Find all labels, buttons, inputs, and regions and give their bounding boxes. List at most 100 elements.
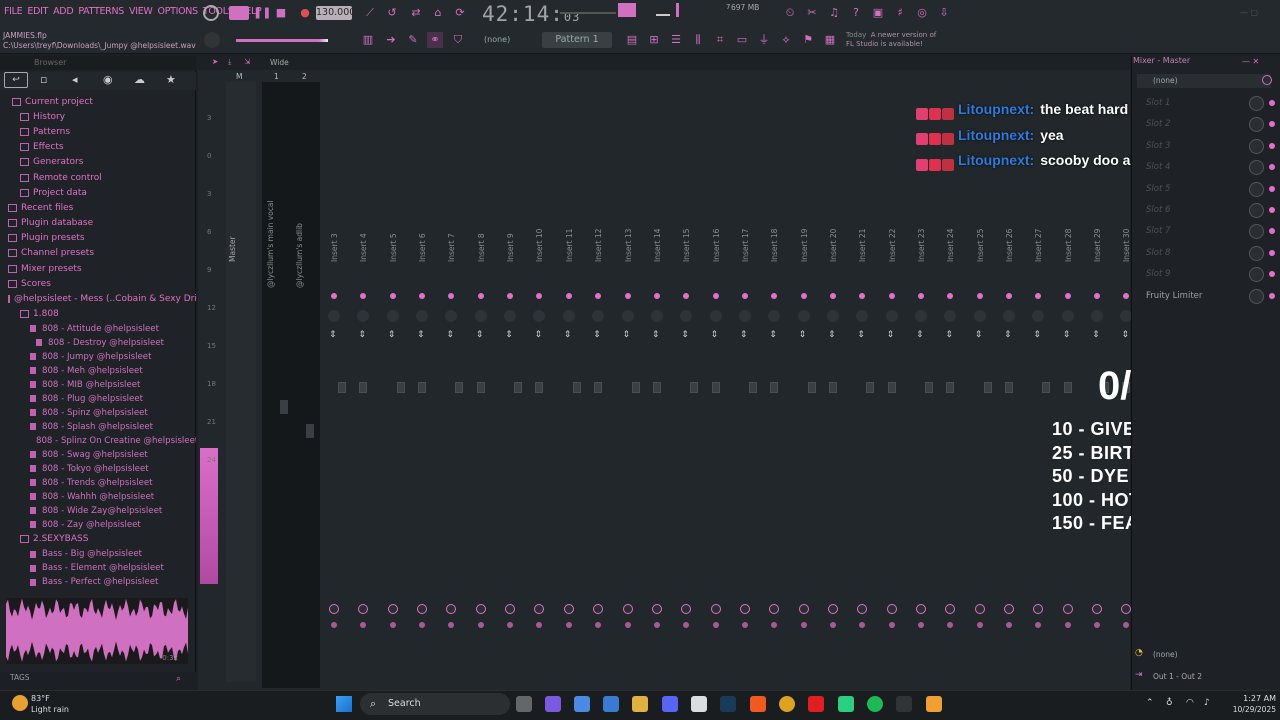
send-icon[interactable] xyxy=(771,622,778,628)
master-volume-bar[interactable] xyxy=(236,39,328,42)
insert-enable-icon[interactable] xyxy=(800,293,807,299)
send-icon[interactable] xyxy=(507,622,514,628)
insert-strip[interactable]: Insert 18 ⇕ xyxy=(762,82,788,682)
slot-enable-icon[interactable] xyxy=(1269,228,1275,235)
insert-strip[interactable]: Insert 27 ⇕ xyxy=(1026,82,1052,682)
pattern-none[interactable]: (none) xyxy=(484,35,510,44)
app-icon-1[interactable] xyxy=(545,696,561,712)
stereo-separation-icon[interactable]: ⇕ xyxy=(711,330,719,340)
loop-record-icon[interactable]: ↺ xyxy=(384,5,400,21)
discord-icon[interactable] xyxy=(662,696,678,712)
master-pitch-knob[interactable] xyxy=(204,32,220,48)
menu-file[interactable]: FILE xyxy=(4,6,23,17)
stereo-separation-icon[interactable]: ⇕ xyxy=(769,330,777,340)
browser-file[interactable]: 808 - MIB @helpsisleet xyxy=(0,378,196,392)
send-icon[interactable] xyxy=(712,622,719,628)
browser-file[interactable]: Bass - Element @helpsisleet xyxy=(0,561,196,575)
browser-item[interactable]: Current project xyxy=(0,94,196,109)
chrome-icon[interactable] xyxy=(779,696,795,712)
pan-knob[interactable] xyxy=(709,310,722,322)
browser-file[interactable]: Bass - Big @helpsisleet xyxy=(0,547,196,561)
stereo-separation-icon[interactable]: ⇕ xyxy=(505,330,513,340)
spotify-icon[interactable] xyxy=(867,696,883,712)
slot-enable-icon[interactable] xyxy=(1269,100,1275,106)
route-knob[interactable] xyxy=(622,604,633,614)
stereo-separation-icon[interactable]: ⇕ xyxy=(358,330,366,340)
volume-fader[interactable] xyxy=(828,382,837,393)
insert-1-fader[interactable] xyxy=(280,400,288,414)
send-icon[interactable] xyxy=(1123,622,1130,628)
insert-enable-icon[interactable] xyxy=(536,293,543,299)
stereo-separation-icon[interactable]: ⇕ xyxy=(1092,330,1100,340)
route-knob[interactable] xyxy=(945,604,956,614)
insert-enable-icon[interactable] xyxy=(947,293,954,299)
volume-fader[interactable] xyxy=(770,382,779,393)
pan-knob[interactable] xyxy=(592,310,605,322)
volume-fader[interactable] xyxy=(711,382,720,393)
send-icon[interactable] xyxy=(624,622,631,628)
insert-strip[interactable]: Insert 7 ⇕ xyxy=(439,82,465,682)
stereo-separation-icon[interactable]: ⇕ xyxy=(476,330,484,340)
insert-strip[interactable]: Insert 6 ⇕ xyxy=(410,82,436,682)
pan-knob[interactable] xyxy=(1061,310,1074,322)
effect-slot[interactable]: Slot 6 xyxy=(1133,200,1278,221)
insert-strip[interactable]: Insert 26 ⇕ xyxy=(997,82,1023,682)
side-output[interactable]: Out 1 - Out 2 xyxy=(1153,672,1202,681)
volume-fader[interactable] xyxy=(396,382,405,393)
insert-enable-icon[interactable] xyxy=(507,293,514,299)
snap-mode[interactable]: Wide xyxy=(270,58,289,67)
insert-strip[interactable]: Insert 19 ⇕ xyxy=(792,82,818,682)
browser-file[interactable]: 808 - Tokyo @helpsisleet xyxy=(0,462,196,476)
volume-fader[interactable] xyxy=(594,382,603,393)
stereo-separation-icon[interactable]: ⇕ xyxy=(887,330,895,340)
countdown-icon[interactable]: ⟳ xyxy=(452,5,468,21)
taskbar-search[interactable]: Search xyxy=(360,693,510,715)
mixer-down-icon[interactable]: ⤓ xyxy=(228,57,231,67)
copilot-icon[interactable] xyxy=(574,696,590,712)
browser-file[interactable]: 808 - Plug @helpsisleet xyxy=(0,392,196,406)
metronome-icon[interactable]: ⟋ xyxy=(362,5,378,21)
route-knob[interactable] xyxy=(857,604,868,614)
volume-fader[interactable] xyxy=(338,382,346,393)
browser-item[interactable]: Project data xyxy=(0,185,196,200)
send-icon[interactable] xyxy=(1094,622,1101,628)
explorer-icon[interactable] xyxy=(632,696,648,712)
insert-strip[interactable]: Insert 24 ⇕ xyxy=(938,82,964,682)
tempo-display[interactable]: 130.000 xyxy=(316,6,355,20)
start-icon[interactable] xyxy=(336,696,352,712)
slot-enable-icon[interactable] xyxy=(1269,207,1275,213)
browser-item[interactable]: History xyxy=(0,109,196,124)
insert-strip[interactable]: Insert 8 ⇕ xyxy=(469,82,495,682)
browser-plugin-icon[interactable]: ◉ xyxy=(103,73,113,86)
pan-knob[interactable] xyxy=(650,310,663,322)
volume-fader[interactable] xyxy=(866,382,875,393)
route-knob[interactable] xyxy=(769,604,780,614)
volume-fader[interactable] xyxy=(946,382,955,393)
effect-slot[interactable]: Slot 2 xyxy=(1133,114,1278,135)
insert-enable-icon[interactable] xyxy=(360,293,367,299)
stereo-separation-icon[interactable]: ⇕ xyxy=(975,330,983,340)
send-icon[interactable] xyxy=(859,622,866,628)
send-icon[interactable] xyxy=(1064,622,1071,628)
pitch-slider[interactable] xyxy=(656,14,670,16)
weather-temp[interactable]: 83°F xyxy=(31,694,50,703)
send-icon[interactable] xyxy=(888,622,895,628)
pan-knob[interactable] xyxy=(445,310,458,322)
slot-enable-icon[interactable] xyxy=(1269,121,1275,128)
master-strip[interactable]: Master xyxy=(226,82,256,682)
route-knob[interactable] xyxy=(1121,604,1132,614)
menu-options[interactable]: OPTIONS xyxy=(158,6,199,17)
browser-item[interactable]: Patterns xyxy=(0,124,196,139)
mic-tray-icon[interactable]: ♁ xyxy=(1166,698,1173,708)
volume-fader[interactable] xyxy=(476,382,485,393)
route-knob[interactable] xyxy=(1092,604,1103,614)
browser-item[interactable]: @helpsisleet - Mess (..Cobain & Sexy Dri… xyxy=(0,291,196,306)
pan-knob[interactable] xyxy=(944,310,957,322)
volume-fader[interactable] xyxy=(514,382,523,393)
volume-fader[interactable] xyxy=(359,382,368,393)
route-knob[interactable] xyxy=(916,604,926,614)
pan-knob[interactable] xyxy=(1003,310,1016,322)
route-knob[interactable] xyxy=(798,604,809,614)
route-knob[interactable] xyxy=(1004,604,1015,614)
insert-enable-icon[interactable] xyxy=(683,293,690,299)
